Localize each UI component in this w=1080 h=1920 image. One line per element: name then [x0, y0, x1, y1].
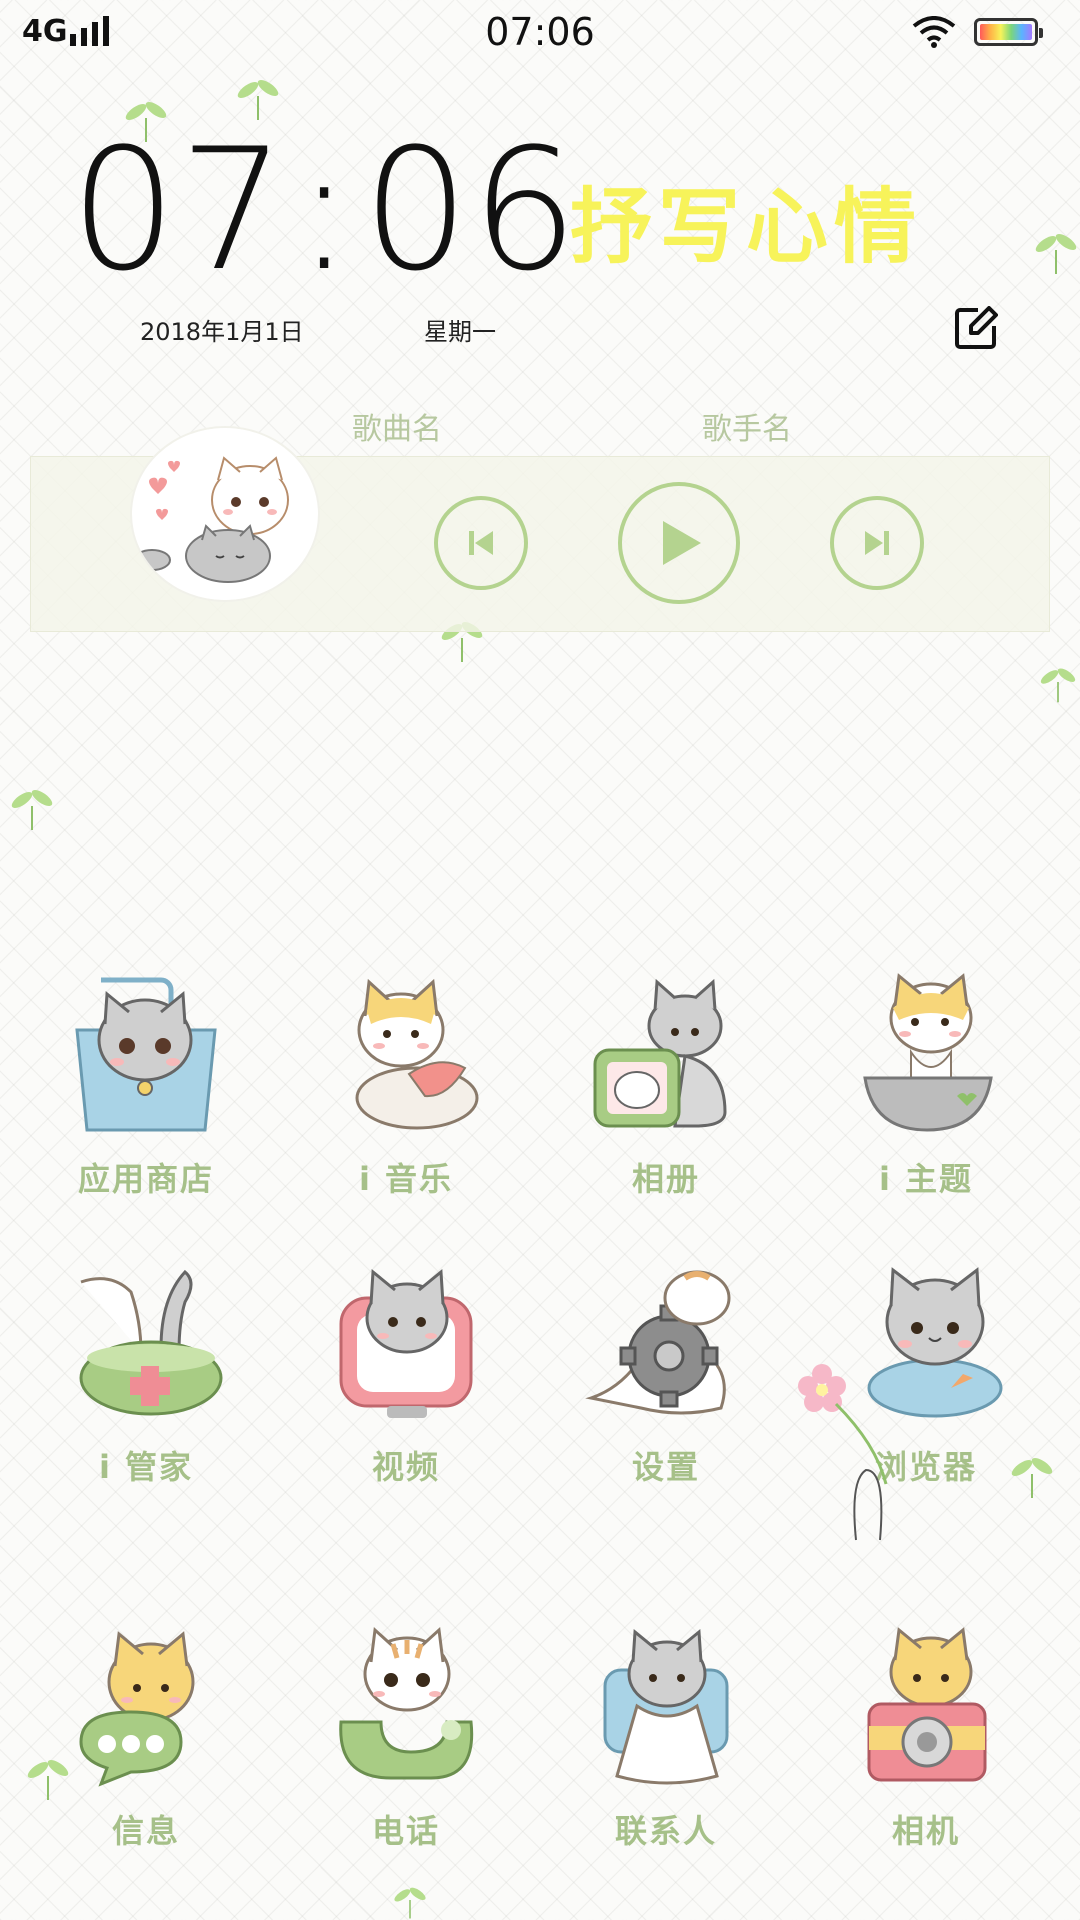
- video-app[interactable]: 视频: [306, 1258, 506, 1488]
- app-label: 联系人: [614, 1812, 717, 1850]
- app-store-app[interactable]: 应用商店: [46, 970, 246, 1200]
- app-label: i 主题: [878, 1160, 974, 1198]
- play-icon: [663, 521, 701, 565]
- previous-button[interactable]: [434, 496, 528, 590]
- music-app[interactable]: i 音乐: [306, 970, 506, 1200]
- flower-decoration-icon: [798, 1364, 888, 1541]
- app-label: 电话: [371, 1812, 440, 1850]
- album-cat-icon: [593, 978, 727, 1128]
- album-app[interactable]: 相册: [566, 970, 766, 1200]
- previous-icon: [469, 531, 493, 555]
- app-label: 相册: [631, 1160, 700, 1198]
- theme-app[interactable]: i 主题: [826, 970, 1026, 1200]
- video-cat-icon: [339, 1268, 473, 1418]
- clock-hours: 07: [70, 112, 288, 308]
- messages-cat-icon: [79, 1631, 195, 1787]
- leaf-decoration-icon: [1035, 233, 1077, 274]
- next-icon: [865, 531, 889, 555]
- edit-icon[interactable]: [954, 306, 998, 350]
- app-label: i 管家: [98, 1448, 194, 1486]
- messages-app[interactable]: 信息: [46, 1622, 246, 1852]
- manager-app[interactable]: i 管家: [46, 1258, 246, 1488]
- date-label: 2018年1月1日: [140, 318, 304, 346]
- app-label: 视频: [371, 1448, 440, 1486]
- leaf-decoration-icon: [1040, 668, 1076, 703]
- manager-cat-icon: [79, 1269, 223, 1416]
- mood-text-button[interactable]: 抒写心情: [570, 160, 922, 279]
- leaf-decoration-icon: [394, 1887, 426, 1919]
- camera-app[interactable]: 相机: [826, 1622, 1026, 1852]
- app-label: 设置: [631, 1448, 700, 1486]
- big-clock: 07:06: [70, 120, 580, 300]
- phone-app[interactable]: 电话: [306, 1622, 506, 1852]
- app-label: 相机: [891, 1812, 960, 1850]
- music-cat-icon: [355, 978, 479, 1130]
- app-label: i 音乐: [358, 1160, 454, 1198]
- clock-minutes: 06: [362, 112, 581, 308]
- app-label: 应用商店: [77, 1160, 214, 1198]
- camera-cat-icon: [867, 1627, 987, 1782]
- song-name: 歌曲名: [352, 412, 442, 447]
- status-bar: 4G 07:06: [0, 0, 1080, 64]
- leaf-decoration-icon: [11, 789, 53, 830]
- theme-cat-icon: [863, 973, 993, 1132]
- weekday-label: 星期一: [424, 318, 496, 346]
- next-button[interactable]: [830, 496, 924, 590]
- settings-cat-icon: [585, 1270, 731, 1415]
- play-button[interactable]: [618, 482, 740, 604]
- artist-name: 歌手名: [702, 412, 792, 447]
- app-store-cat-icon: [75, 977, 217, 1132]
- contacts-app[interactable]: 联系人: [566, 1622, 766, 1852]
- settings-app[interactable]: 设置: [566, 1258, 766, 1488]
- contacts-cat-icon: [603, 1628, 729, 1785]
- battery-icon: [974, 18, 1043, 46]
- clock-separator: :: [295, 112, 355, 308]
- app-label: 信息: [111, 1812, 180, 1850]
- album-art-cat-icon[interactable]: [132, 428, 318, 600]
- wifi-icon: [912, 16, 956, 48]
- phone-cat-icon: [339, 1626, 474, 1780]
